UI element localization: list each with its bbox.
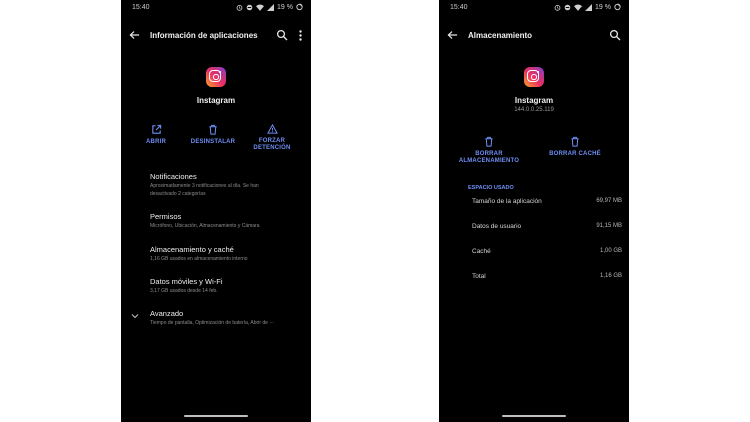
app-info-screen: 15:40 19 % Información de aplicaciones I… bbox=[121, 0, 311, 422]
list-item-storage[interactable]: Almacenamiento y caché 1,16 GB usados en… bbox=[150, 245, 303, 264]
section-header-space-used: ESPACIO USADO bbox=[468, 185, 514, 191]
list-item-advanced[interactable]: Avanzado Tiempo de pantalla, Optimizació… bbox=[150, 309, 303, 328]
storage-row-app-size: Tamaño de la aplicación 69,97 MB bbox=[472, 198, 622, 208]
clear-cache-button[interactable]: BORRAR CACHÉ bbox=[547, 136, 603, 158]
battery-icon bbox=[614, 3, 621, 11]
storage-row-user-data: Datos de usuario 91,15 MB bbox=[472, 223, 622, 233]
storage-label: Total bbox=[472, 273, 486, 280]
trash-icon bbox=[571, 136, 579, 147]
battery-level: 19 % bbox=[277, 3, 293, 11]
search-icon[interactable] bbox=[276, 29, 288, 41]
storage-label: Tamaño de la aplicación bbox=[472, 198, 542, 205]
status-time: 15:40 bbox=[132, 4, 150, 11]
trash-icon bbox=[209, 124, 217, 135]
instagram-app-icon bbox=[524, 67, 544, 87]
navigation-handle[interactable] bbox=[184, 414, 248, 417]
search-icon[interactable] bbox=[609, 29, 621, 41]
wifi-icon bbox=[256, 4, 265, 11]
dnd-icon bbox=[564, 4, 571, 10]
item-subtitle: 1,16 GB usados en almacenamiento interno bbox=[150, 256, 248, 262]
status-time: 15:40 bbox=[450, 4, 468, 11]
force-stop-label: FORZAR DETENCIÓN bbox=[253, 138, 291, 151]
status-icons: 19 % bbox=[236, 3, 303, 11]
clear-storage-button[interactable]: BORRAR ALMACENAMIENTO bbox=[455, 136, 523, 165]
more-options-icon[interactable] bbox=[299, 30, 302, 41]
status-bar: 15:40 19 % bbox=[439, 0, 629, 16]
uninstall-label: DESINSTALAR bbox=[190, 139, 236, 145]
storage-row-total: Total 1,16 GB bbox=[472, 273, 622, 283]
storage-screen: 15:40 19 % Almacenamiento Instagram 144.… bbox=[439, 0, 629, 422]
app-version: 144.0.0.25.119 bbox=[514, 107, 554, 113]
item-title: Notificaciones bbox=[150, 172, 197, 181]
open-external-icon bbox=[151, 124, 161, 134]
page-title: Almacenamiento bbox=[468, 31, 533, 40]
back-arrow-icon[interactable] bbox=[129, 30, 140, 40]
signal-icon bbox=[585, 3, 593, 11]
back-arrow-icon[interactable] bbox=[447, 30, 458, 40]
item-title: Datos móviles y Wi-Fi bbox=[150, 277, 223, 286]
item-subtitle: Aproximadamente 3 notificaciones al día.… bbox=[150, 183, 259, 197]
wifi-icon bbox=[574, 4, 583, 11]
storage-label: Datos de usuario bbox=[472, 223, 522, 230]
storage-value: 69,97 MB bbox=[596, 198, 622, 204]
dnd-icon bbox=[246, 4, 253, 10]
alarm-icon bbox=[554, 4, 561, 11]
page-title: Información de aplicaciones bbox=[150, 31, 258, 40]
battery-level: 19 % bbox=[595, 3, 611, 11]
item-title: Almacenamiento y caché bbox=[150, 245, 234, 254]
storage-value: 1,00 GB bbox=[599, 248, 622, 254]
list-item-notifications[interactable]: Notificaciones Aproximadamente 3 notific… bbox=[150, 172, 303, 198]
open-label: ABRIR bbox=[146, 139, 166, 145]
battery-icon bbox=[296, 3, 303, 11]
storage-value: 1,16 GB bbox=[599, 273, 622, 279]
item-subtitle: 3,17 GB usados desde 14 feb. bbox=[150, 288, 218, 294]
list-item-permissions[interactable]: Permisos Micrófono, Ubicación, Almacenam… bbox=[150, 212, 303, 231]
storage-value: 91,15 MB bbox=[596, 223, 622, 229]
app-bar: Almacenamiento bbox=[439, 27, 629, 45]
storage-label: Caché bbox=[472, 248, 491, 255]
navigation-handle[interactable] bbox=[502, 414, 566, 417]
app-name: Instagram bbox=[514, 96, 554, 105]
item-title: Permisos bbox=[150, 212, 182, 221]
clear-storage-label: BORRAR ALMACENAMIENTO bbox=[458, 151, 520, 164]
trash-icon bbox=[485, 136, 493, 147]
item-title: Avanzado bbox=[150, 309, 184, 318]
status-icons: 19 % bbox=[554, 3, 621, 11]
warning-icon bbox=[266, 124, 278, 134]
alarm-icon bbox=[236, 4, 243, 11]
uninstall-button[interactable]: DESINSTALAR bbox=[188, 124, 238, 146]
app-name: Instagram bbox=[196, 96, 236, 105]
force-stop-button[interactable]: FORZAR DETENCIÓN bbox=[249, 124, 295, 152]
storage-row-cache: Caché 1,00 GB bbox=[472, 248, 622, 258]
list-item-data-usage[interactable]: Datos móviles y Wi-Fi 3,17 GB usados des… bbox=[150, 277, 303, 296]
status-bar: 15:40 19 % bbox=[121, 0, 311, 16]
open-button[interactable]: ABRIR bbox=[142, 124, 170, 146]
signal-icon bbox=[267, 3, 275, 11]
item-subtitle: Micrófono, Ubicación, Almacenamiento y C… bbox=[150, 223, 260, 229]
app-bar: Información de aplicaciones bbox=[121, 27, 311, 45]
chevron-down-icon[interactable] bbox=[131, 313, 139, 319]
item-subtitle: Tiempo de pantalla, Optimización de bate… bbox=[150, 320, 275, 326]
instagram-app-icon bbox=[206, 67, 226, 87]
clear-cache-label: BORRAR CACHÉ bbox=[549, 151, 601, 157]
